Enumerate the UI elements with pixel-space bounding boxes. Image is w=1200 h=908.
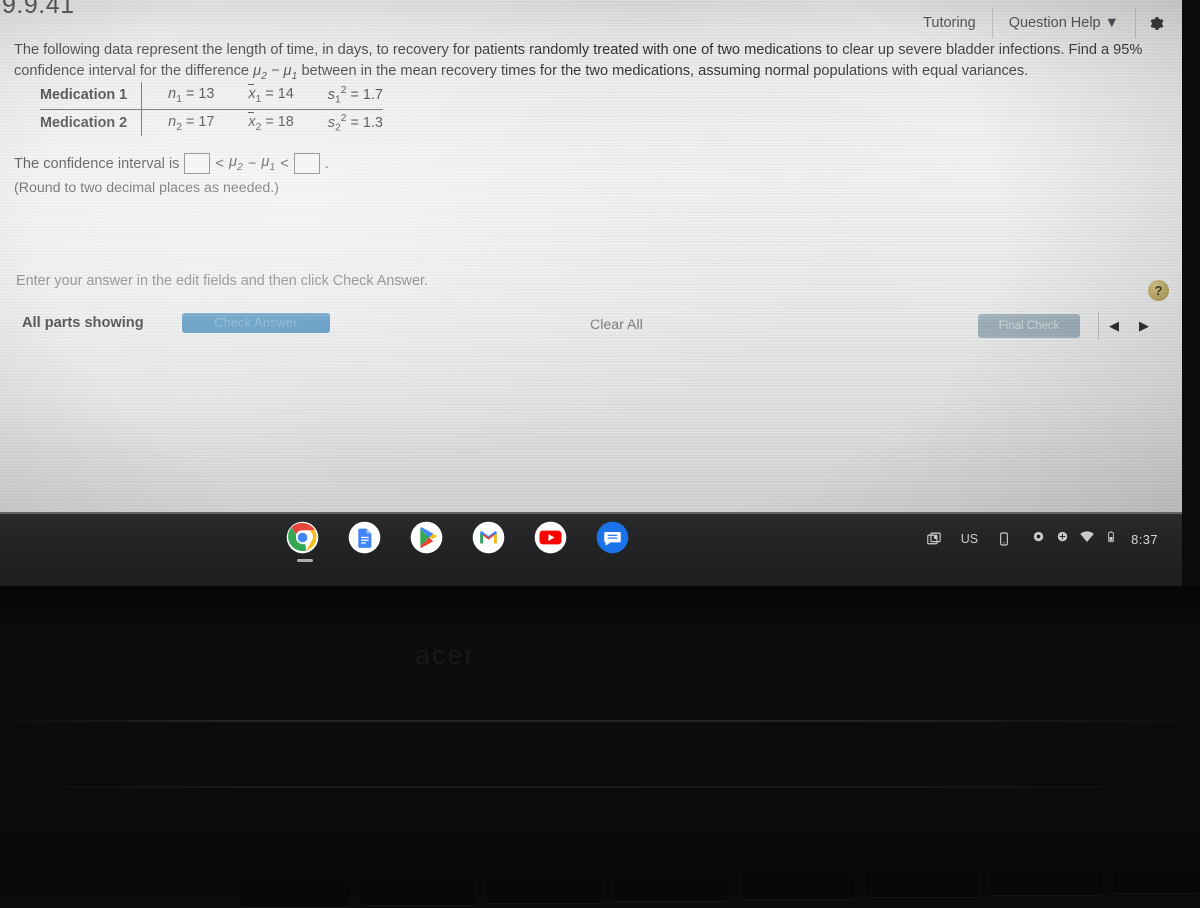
mu2-symbol: μ2 [229, 154, 243, 173]
check-answer-label: Check Answer [214, 316, 298, 330]
medication-2-variance: s22 = 1.3 [327, 112, 383, 134]
wifi-icon [1079, 529, 1095, 550]
laptop-hinge-shadow [0, 586, 1200, 644]
medication-1-sample-size: n1 = 13 [141, 82, 241, 110]
play-store-icon[interactable] [410, 521, 443, 554]
answer-instruction: Enter your answer in the edit fields and… [16, 273, 428, 289]
final-check-button[interactable]: Final Check [978, 314, 1080, 338]
chrome-icon[interactable] [286, 521, 319, 554]
period-mark: . [324, 155, 329, 172]
final-check-label: Final Check [998, 320, 1060, 332]
laptop-body-seam-lower [0, 786, 1200, 788]
inequality-right: < [280, 155, 289, 172]
clear-all-button[interactable]: Clear All [590, 317, 643, 333]
question-help-label: Question Help [1008, 15, 1101, 31]
minus-symbol: − [247, 155, 257, 172]
check-answer-button[interactable]: Check Answer [182, 313, 330, 333]
chromeos-shelf: US 8:37 [0, 512, 1182, 586]
battery-icon [1104, 530, 1118, 549]
status-tray-pill[interactable]: 8:37 [1021, 524, 1172, 554]
upper-bound-input[interactable] [293, 153, 320, 174]
minus-symbol: − [266, 63, 284, 79]
keyboard-key [1114, 868, 1200, 894]
medication-1-label: Medication 1 [40, 82, 142, 110]
keyboard-key [866, 872, 978, 898]
keyboard-key [240, 882, 350, 908]
youtube-icon[interactable] [534, 521, 567, 554]
keyboard-key [487, 878, 602, 904]
mu2-symbol: μ2 [253, 63, 267, 82]
rounding-instruction: (Round to two decimal places as needed.) [14, 180, 279, 196]
keyboard-layout-indicator[interactable]: US [952, 524, 987, 554]
laptop-screen: 9.9.41 Tutoring Question Help ▼ The foll… [0, 0, 1182, 512]
shelf-top-edge [0, 512, 1182, 514]
laptop-body-seam [0, 720, 1200, 722]
keyboard-key [360, 880, 475, 906]
laptop-brand-logo: acer [415, 640, 476, 670]
system-tray: US 8:37 [917, 522, 1172, 556]
answer-entry-row: The confidence interval is < μ2 − μ1 < . [14, 153, 329, 174]
browser-content: 9.9.41 Tutoring Question Help ▼ The foll… [0, 0, 1182, 512]
medication-2-sample-size: n2 = 17 [141, 109, 241, 137]
circle-plus-icon [1055, 529, 1070, 549]
question-help-dropdown[interactable]: Question Help ▼ [991, 8, 1135, 38]
screen-capture-icon[interactable] [917, 524, 952, 554]
medication-2-label: Medication 2 [40, 115, 128, 131]
gear-icon [1148, 15, 1165, 32]
question-statement: The following data represent the length … [14, 40, 1164, 87]
medication-2-mean: x2 = 18 [248, 111, 294, 133]
previous-question-button[interactable]: ◀ [1099, 312, 1129, 340]
chevron-down-icon: ▼ [1104, 15, 1119, 31]
medication-1-mean: x1 = 14 [240, 82, 320, 110]
tutoring-button[interactable]: Tutoring [907, 8, 992, 38]
gmail-icon[interactable] [472, 521, 505, 554]
statistics-table: Medication 1 n1 = 13 x1 = 14 s12 = 1.7 M… [40, 82, 383, 137]
lower-bound-input[interactable] [184, 153, 211, 174]
question-text-part-2: between in the mean recovery times for t… [297, 63, 1029, 79]
table-row: Medication 1 n1 = 13 x1 = 14 s12 = 1.7 [40, 82, 383, 110]
help-icon[interactable]: ? [1148, 280, 1169, 301]
keyboard-key [990, 870, 1102, 896]
mu1-symbol: μ1 [261, 154, 276, 173]
phone-icon[interactable] [987, 524, 1021, 554]
answer-prompt: The confidence interval is [14, 155, 180, 172]
chrome-active-indicator [297, 559, 313, 562]
keyboard-key [613, 876, 728, 902]
all-parts-showing-label: All parts showing [22, 315, 144, 331]
mu1-symbol: μ1 [283, 63, 298, 82]
screen-bezel-right [1182, 0, 1200, 586]
messages-icon[interactable] [596, 521, 629, 554]
circle-icon [1031, 529, 1046, 549]
next-question-button[interactable]: ▶ [1129, 312, 1159, 340]
clock: 8:37 [1131, 531, 1158, 547]
settings-button[interactable] [1135, 8, 1176, 38]
shelf-app-list [286, 521, 629, 554]
question-toolbar: Tutoring Question Help ▼ [907, 8, 1176, 38]
page-title: 9.9.41 [2, 0, 75, 19]
keyboard-key [742, 874, 854, 900]
question-navigation: ◀ ▶ [1098, 312, 1159, 340]
medication-1-variance: s12 = 1.7 [319, 82, 383, 110]
inequality-left: < [215, 155, 225, 172]
google-docs-icon[interactable] [348, 521, 381, 554]
table-row: Medication 2 n2 = 17 x2 = 18 s22 = 1.3 [40, 109, 383, 137]
